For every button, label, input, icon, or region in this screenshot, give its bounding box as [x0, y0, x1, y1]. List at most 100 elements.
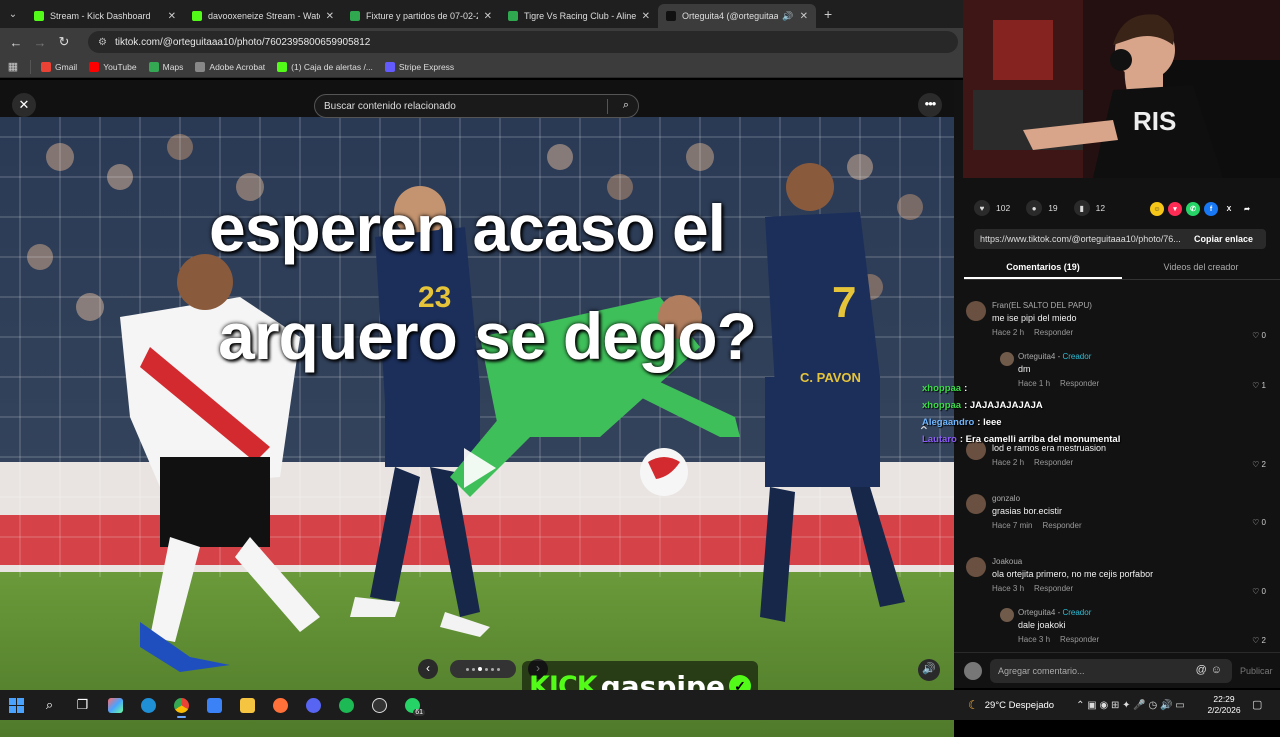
copy-link-button[interactable]: Copiar enlace — [1194, 234, 1253, 244]
tab-close-icon[interactable]: ✕ — [642, 11, 650, 22]
back-arrow-icon[interactable]: ← — [4, 35, 28, 50]
save-button[interactable]: ▮ 12 — [1073, 200, 1105, 216]
discord-icon[interactable] — [297, 690, 330, 720]
comment-like-button[interactable]: ♡ 0 — [1252, 587, 1266, 596]
commenter-name[interactable]: Orteguita4 — [1018, 352, 1055, 361]
add-comment-input[interactable]: Agregar comentario... @☺ — [990, 658, 1232, 683]
tab-close-icon[interactable]: ✕ — [326, 11, 334, 22]
comment-like-button[interactable]: ♡ 0 — [1252, 331, 1266, 340]
weather-moon-icon[interactable]: ☾ — [968, 698, 979, 712]
system-tray: ☾ 29°C Despejado ⌃ ▣ ◉ ⊞ ✦ 🎤 ◷ 🔊 ▭ — [968, 690, 1185, 720]
more-options-button[interactable]: ••• — [918, 93, 942, 117]
comment-like-button[interactable]: ♡ 2 — [1252, 636, 1266, 645]
file-explorer-icon[interactable] — [231, 690, 264, 720]
like-button[interactable]: ♥ 102 — [974, 200, 1010, 216]
tab-close-icon[interactable]: ✕ — [484, 11, 492, 22]
tab-close-icon[interactable]: ✕ — [168, 11, 176, 22]
commenter-avatar[interactable] — [966, 557, 986, 577]
notification-icon[interactable]: ▢ — [1252, 698, 1262, 711]
publish-button[interactable]: Publicar — [1240, 666, 1273, 676]
site-info-icon[interactable]: ⚙ — [98, 37, 107, 48]
comment-like-button[interactable]: ♡ 1 — [1252, 381, 1266, 390]
browser-tab[interactable]: davooxeneize Stream - Watch Live ✕ — [184, 4, 342, 28]
bookmark-item[interactable]: (1) Caja de alertas /... — [277, 61, 373, 72]
bookmark-item[interactable]: YouTube — [89, 61, 137, 72]
new-tab-button[interactable]: + — [824, 6, 832, 22]
whatsapp-share-icon[interactable]: ✆ — [1186, 202, 1200, 216]
browser-tab[interactable]: Orteguita4 (@orteguitaaa10)🔊 ✕ — [658, 4, 816, 28]
comment-like-button[interactable]: ♡ 0 — [1252, 518, 1266, 527]
whatsapp-badge: 61 — [413, 709, 425, 716]
friends-share-icon[interactable]: ▾ — [1168, 202, 1182, 216]
search-icon[interactable]: ⌕ — [623, 99, 629, 112]
comment-time: Hace 3 h — [992, 584, 1025, 593]
play-icon[interactable] — [464, 448, 496, 488]
pager-dot[interactable] — [472, 667, 475, 671]
commenter-avatar[interactable] — [1000, 352, 1014, 366]
weather-text[interactable]: 29°C Despejado — [985, 700, 1054, 711]
task-view-icon[interactable]: ❐ — [66, 690, 99, 720]
mention-emoji-icons[interactable]: @☺ — [1196, 664, 1226, 676]
spotify-icon[interactable] — [330, 690, 363, 720]
close-viewer-button[interactable]: ✕ — [12, 93, 36, 117]
share-arrow-icon[interactable]: ➦ — [1240, 202, 1254, 216]
store-icon[interactable] — [198, 690, 231, 720]
tray-icons[interactable]: ⌃ ▣ ◉ ⊞ ✦ 🎤 ◷ 🔊 ▭ — [1076, 700, 1185, 711]
bookmark-item[interactable]: Maps — [148, 61, 183, 72]
chat-separator: : — [964, 400, 968, 411]
prev-photo-button[interactable]: ‹ — [418, 659, 438, 679]
pager-dot[interactable] — [466, 667, 469, 671]
pager-dot[interactable] — [497, 667, 500, 671]
x-share-icon[interactable]: X — [1222, 202, 1236, 216]
browser-tab[interactable]: Fixture y partidos de 07-02-2026 ✕ — [342, 4, 500, 28]
commenter-name[interactable]: Orteguita4 — [1018, 608, 1055, 617]
pager-dot-active[interactable] — [478, 667, 482, 671]
forward-arrow-icon[interactable]: → — [28, 35, 52, 50]
browser-tab[interactable]: Tigre Vs Racing Club - Alineaciones ✕ — [500, 4, 658, 28]
reply-button[interactable]: Responder — [1034, 328, 1073, 337]
copilot-icon[interactable] — [99, 690, 132, 720]
tab-close-icon[interactable]: ✕ — [800, 11, 808, 22]
windows-start-icon[interactable] — [0, 690, 33, 720]
tab-search-chevron-icon[interactable]: ⌄ — [0, 0, 26, 28]
bookmark-item[interactable]: Adobe Acrobat — [195, 61, 265, 72]
reply-button[interactable]: Responder — [1042, 521, 1081, 530]
tab-comments[interactable]: Comentarios (19) — [964, 256, 1122, 279]
comment-time: Hace 3 h — [1018, 635, 1051, 644]
bookmark-item[interactable]: Stripe Express — [384, 61, 454, 72]
tab-audio-icon[interactable]: 🔊 — [782, 11, 793, 22]
whatsapp-icon[interactable]: 61 — [396, 690, 429, 720]
share-icons: ☺ ▾ ✆ f X ➦ — [1150, 202, 1254, 216]
reload-icon[interactable]: ↻ — [52, 34, 76, 50]
facebook-share-icon[interactable]: f — [1204, 202, 1218, 216]
commenter-name[interactable]: gonzalo — [992, 494, 1020, 503]
comment-like-button[interactable]: ♡ 2 — [1252, 460, 1266, 469]
commenter-name[interactable]: Joakoua — [992, 557, 1022, 566]
browser-tab[interactable]: Stream - Kick Dashboard ✕ — [26, 4, 184, 28]
firefox-icon[interactable] — [264, 690, 297, 720]
share-link-url[interactable]: https://www.tiktok.com/@orteguitaaa10/ph… — [980, 234, 1188, 244]
commenter-name[interactable]: Fran(EL SALTO DEL PAPU) — [992, 301, 1092, 310]
reply-button[interactable]: Responder — [1060, 635, 1099, 644]
url-omnibox[interactable]: ⚙ tiktok.com/@orteguitaaa10/photo/760239… — [88, 31, 958, 53]
commenter-avatar[interactable] — [966, 301, 986, 321]
bookmark-item[interactable]: Gmail — [41, 61, 78, 72]
commenter-avatar[interactable] — [966, 494, 986, 514]
reply-button[interactable]: Responder — [1034, 584, 1073, 593]
apps-grid-icon[interactable]: ▦ — [0, 60, 26, 73]
pager-dot[interactable] — [491, 667, 494, 671]
tab-creator-videos[interactable]: Videos del creador — [1122, 256, 1280, 279]
system-clock[interactable]: 22:29 2/2/2026 — [1200, 694, 1248, 716]
bookmark-label: Gmail — [55, 61, 78, 72]
volume-icon[interactable]: 🔊 — [918, 659, 940, 681]
embed-share-icon[interactable]: ☺ — [1150, 202, 1164, 216]
reply-button[interactable]: Responder — [1034, 458, 1073, 467]
comment-button[interactable]: ● 19 — [1026, 200, 1058, 216]
related-search-input[interactable]: Buscar contenido relacionado ⌕ — [314, 94, 639, 118]
edge-icon[interactable] — [132, 690, 165, 720]
chrome-icon[interactable] — [165, 690, 198, 720]
pager-dot[interactable] — [485, 667, 488, 671]
obs-icon[interactable] — [363, 690, 396, 720]
search-icon[interactable]: ⌕ — [33, 690, 66, 720]
commenter-avatar[interactable] — [1000, 608, 1014, 622]
